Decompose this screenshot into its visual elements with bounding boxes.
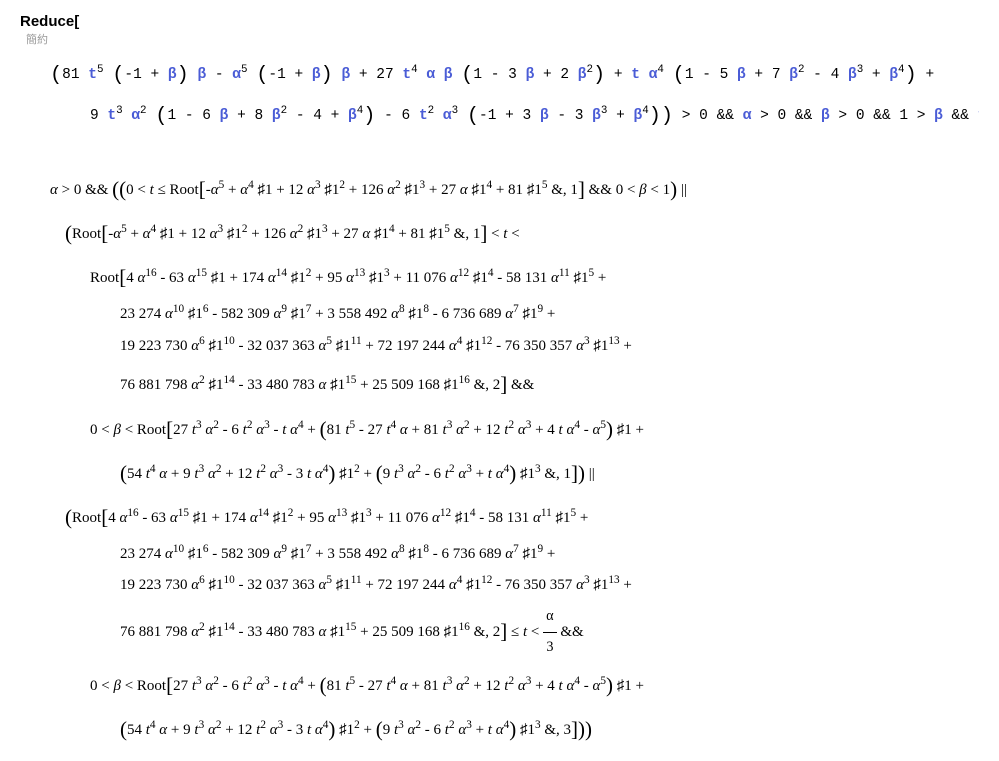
out-line-9: (Root[4 α16 - 63 α15 ♯1 + 174 α14 ♯12 + … bbox=[20, 495, 979, 539]
out-line-8: (54 t4 α + 9 t3 α2 + 12 t2 α3 - 3 t α4) … bbox=[20, 451, 979, 495]
function-header: Reduce[ 簡約 bbox=[20, 10, 979, 50]
out-line-10: 23 274 α10 ♯16 - 582 309 α9 ♯17 + 3 558 … bbox=[20, 539, 979, 571]
annotation-jp: 簡約 bbox=[26, 32, 979, 50]
out-line-1: α > 0 && ((0 < t ≤ Root[-α5 + α4 ♯1 + 12… bbox=[20, 167, 979, 211]
out-line-6: 76 881 798 α2 ♯114 - 33 480 783 α ♯115 +… bbox=[20, 362, 979, 406]
out-line-13: 0 < β < Root[27 t3 α2 - 6 t2 α3 - t α4 +… bbox=[20, 663, 979, 707]
frac-den: 3 bbox=[543, 633, 556, 663]
input-line-1: (81 t5 (-1 + β) β - α5 (-1 + β) β + 27 t… bbox=[20, 56, 979, 97]
out-line-11: 19 223 730 α6 ♯110 - 32 037 363 α5 ♯111 … bbox=[20, 570, 979, 602]
out-line-4: 23 274 α10 ♯16 - 582 309 α9 ♯17 + 3 558 … bbox=[20, 299, 979, 331]
out-line-14: (54 t4 α + 9 t3 α2 + 12 t2 α3 - 3 t α4) … bbox=[20, 707, 979, 751]
out-line-3: Root[4 α16 - 63 α15 ♯1 + 174 α14 ♯12 + 9… bbox=[20, 255, 979, 299]
out-line-2: (Root[-α5 + α4 ♯1 + 12 α3 ♯12 + 126 α2 ♯… bbox=[20, 211, 979, 255]
input-cell: Reduce[ 簡約 (81 t5 (-1 + β) β - α5 (-1 + … bbox=[20, 10, 979, 137]
out-line-5: 19 223 730 α6 ♯110 - 32 037 363 α5 ♯111 … bbox=[20, 331, 979, 363]
function-name: Reduce bbox=[20, 13, 74, 30]
frac-num: α bbox=[543, 602, 556, 633]
input-line-2: 9 t3 α2 (1 - 6 β + 8 β2 - 4 + β4) - 6 t2… bbox=[20, 97, 979, 138]
out-line-12: 76 881 798 α2 ♯114 - 33 480 783 α ♯115 +… bbox=[20, 602, 979, 663]
output-cell: α > 0 && ((0 < t ≤ Root[-α5 + α4 ♯1 + 12… bbox=[20, 167, 979, 751]
input-expression: (81 t5 (-1 + β) β - α5 (-1 + β) β + 27 t… bbox=[20, 56, 979, 137]
out-line-7: 0 < β < Root[27 t3 α2 - 6 t2 α3 - t α4 +… bbox=[20, 407, 979, 451]
